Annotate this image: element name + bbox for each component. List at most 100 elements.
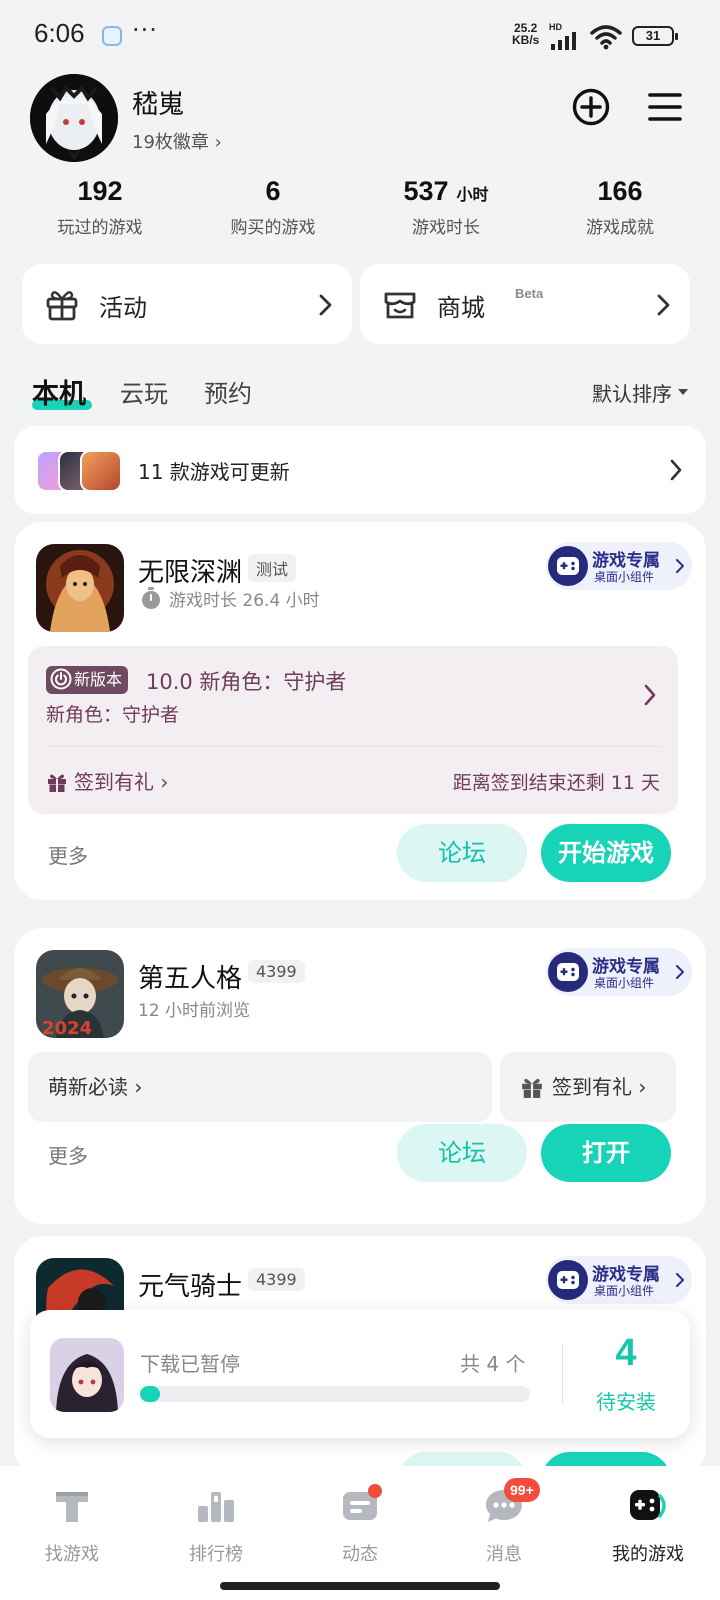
gift-icon: [46, 291, 78, 321]
nav-messages[interactable]: 99+ 消息: [432, 1478, 576, 1566]
game-card: 2024 第五人格 4399 游戏专属 桌面小组件 12 小时前浏览 萌新必读 …: [14, 928, 706, 1224]
game-title[interactable]: 第五人格: [138, 958, 242, 995]
tab-local[interactable]: 本机: [32, 372, 86, 411]
ranking-icon: [198, 1492, 234, 1522]
game-icon[interactable]: [36, 544, 124, 632]
find-games-icon: [56, 1492, 88, 1522]
widget-subtitle: 桌面小组件: [594, 976, 655, 990]
gamepad-widget-icon: [548, 1260, 588, 1300]
stat-purchased-games[interactable]: 6 购买的游戏: [188, 176, 358, 238]
badges-link[interactable]: 19枚徽章 ›: [132, 128, 222, 154]
game-title[interactable]: 元气骑士: [138, 1266, 242, 1303]
sign-in-link[interactable]: 签到有礼 ›: [46, 766, 168, 795]
game-thumb: [80, 450, 122, 492]
game-icon[interactable]: 2024: [36, 950, 124, 1038]
gamepad-icon: [630, 1490, 666, 1520]
menu-icon[interactable]: [648, 90, 682, 124]
chevron-right-icon: [676, 559, 684, 573]
gift-icon: [522, 1078, 542, 1098]
game-title[interactable]: 无限深渊: [138, 552, 242, 589]
download-total: 共 4 个: [460, 1352, 526, 1376]
svg-text:2024: 2024: [42, 1018, 92, 1038]
stat-achievements[interactable]: 166 游戏成就: [535, 176, 705, 238]
chevron-right-icon: [657, 294, 670, 316]
stat-played-games[interactable]: 192 玩过的游戏: [15, 176, 185, 238]
pending-install-count: 4: [615, 1332, 637, 1374]
game-tag: 4399: [248, 960, 305, 983]
update-game-icons: [36, 450, 126, 492]
more-notifications-icon: ···: [132, 16, 158, 44]
mall-label: 商城: [437, 294, 485, 322]
battery-indicator: 31: [632, 26, 678, 46]
new-version-badge: 新版本: [46, 666, 129, 694]
download-game-thumbnail: [50, 1338, 124, 1412]
tab-cloud[interactable]: 云玩: [120, 374, 168, 409]
guide-label: 萌新必读 ›: [48, 1075, 143, 1099]
stat-unit: 小时: [456, 185, 489, 204]
activity-card[interactable]: 活动: [22, 264, 352, 344]
nav-find-games[interactable]: 找游戏: [0, 1484, 144, 1566]
widget-badge[interactable]: 游戏专属 桌面小组件: [546, 948, 692, 996]
network-speed-unit: KB/s: [512, 33, 540, 47]
play-time: 游戏时长 26.4 小时: [169, 591, 320, 611]
new-version-label: 新版本: [74, 670, 123, 689]
start-game-button[interactable]: 开始游戏: [541, 824, 671, 882]
sign-in-remaining: 距离签到结束还剩 11 天: [452, 772, 660, 794]
updates-banner[interactable]: 11 款游戏可更新: [14, 426, 706, 514]
game-tag: 测试: [248, 554, 297, 582]
sort-dropdown[interactable]: 默认排序: [592, 378, 672, 407]
nav-my-games[interactable]: 我的游戏: [576, 1484, 720, 1566]
tab-reserve[interactable]: 预约: [204, 374, 252, 409]
updates-text: 11 款游戏可更新: [138, 460, 290, 484]
chevron-right-icon: [670, 459, 682, 481]
message-count-badge: 99+: [504, 1478, 540, 1502]
signal-icon: [551, 32, 576, 50]
stat-label: 购买的游戏: [230, 218, 316, 238]
sign-in-link[interactable]: 签到有礼 ›: [500, 1052, 676, 1122]
mall-card[interactable]: 商城 Beta: [360, 264, 690, 344]
news-box[interactable]: 新版本 10.0 新角色：守护者 新角色：守护者 签到有礼 › 距离签到结束还剩…: [28, 646, 678, 814]
gift-icon: [48, 774, 66, 792]
power-icon: [50, 668, 72, 690]
network-speed: 25.2 KB/s: [512, 22, 539, 46]
notification-dot: [368, 1484, 382, 1498]
more-button[interactable]: 更多: [48, 840, 88, 869]
news-description: 新角色：守护者: [46, 704, 180, 726]
guide-link[interactable]: 萌新必读 ›: [28, 1052, 492, 1122]
username[interactable]: 嵇嵬: [132, 84, 184, 121]
stat-label: 玩过的游戏: [57, 218, 143, 238]
stopwatch-icon: [142, 587, 160, 609]
avatar[interactable]: [30, 74, 118, 162]
chevron-right-icon: [644, 684, 656, 706]
status-bar: 6:06 ··· 25.2 KB/s HD 31: [0, 0, 720, 72]
download-progress-fill: [140, 1386, 160, 1402]
profile-stats: 192 玩过的游戏 6 购买的游戏 537 小时 游戏时长 166 游戏成就: [0, 176, 720, 246]
widget-badge[interactable]: 游戏专属 桌面小组件: [546, 542, 692, 590]
stat-label: 游戏时长: [412, 218, 480, 238]
notification-app-icon: [102, 26, 122, 46]
download-panel[interactable]: 下载已暂停 共 4 个 4 待安装: [30, 1310, 690, 1438]
pending-install-label: 待安装: [596, 1390, 656, 1414]
open-game-button[interactable]: 打开: [541, 1124, 671, 1182]
bottom-navigation: 找游戏 排行榜 动态 99+ 消息 我的游戏: [0, 1466, 720, 1600]
sign-in-label: 签到有礼 ›: [74, 770, 169, 794]
nav-feed[interactable]: 动态: [288, 1484, 432, 1566]
add-icon[interactable]: [572, 88, 610, 126]
forum-button[interactable]: 论坛: [397, 1124, 527, 1182]
widget-badge[interactable]: 游戏专属 桌面小组件: [546, 1256, 692, 1304]
chevron-right-icon: [319, 294, 332, 316]
nav-label: 我的游戏: [612, 1544, 684, 1565]
sign-in-label: 签到有礼 ›: [552, 1075, 647, 1099]
home-indicator: [220, 1582, 500, 1590]
download-game-image: [50, 1338, 124, 1412]
game-icon-image: [36, 544, 124, 632]
caret-down-icon: [678, 389, 688, 395]
download-progress-bar: [140, 1386, 530, 1402]
stat-play-time[interactable]: 537 小时 游戏时长: [361, 176, 531, 238]
wifi-icon: [590, 25, 622, 50]
nav-ranking[interactable]: 排行榜: [144, 1484, 288, 1566]
store-icon: [384, 292, 416, 319]
more-button[interactable]: 更多: [48, 1140, 88, 1169]
forum-button[interactable]: 论坛: [397, 824, 527, 882]
nav-label: 排行榜: [189, 1544, 243, 1565]
